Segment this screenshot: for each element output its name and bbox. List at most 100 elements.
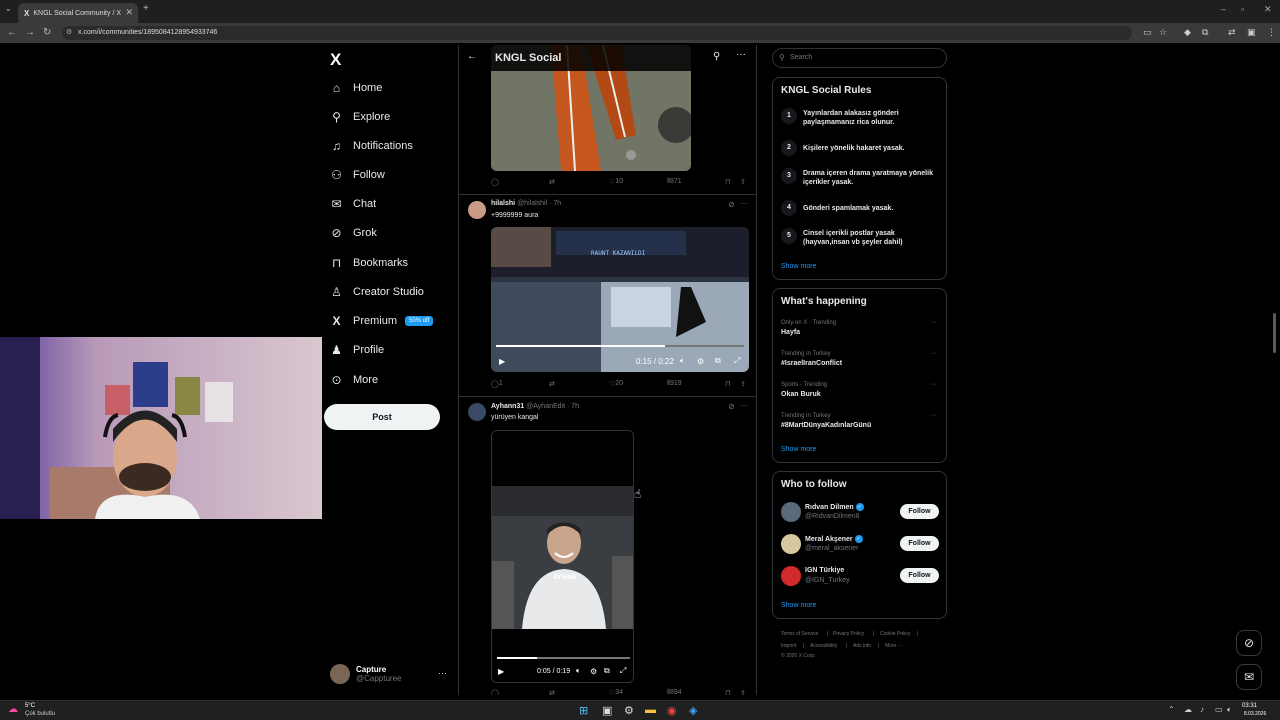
bookmark-icon[interactable]: ⊓	[725, 380, 730, 388]
footer-link[interactable]: Privacy Policy	[833, 631, 864, 637]
steam-icon[interactable]: ◈	[689, 704, 697, 717]
footer-link[interactable]: More ···	[885, 643, 903, 649]
extension-icon[interactable]: ◆	[1184, 27, 1191, 38]
share-icon[interactable]: ⇪	[740, 178, 746, 186]
nav-item-grok[interactable]: ⊘ Grok	[330, 223, 376, 243]
browser-tab[interactable]: X KNGL Social Community / X ✕	[18, 3, 138, 23]
nav-item-creator-studio[interactable]: ♙ Creator Studio	[330, 282, 424, 302]
weather-desc[interactable]: Çok bulutlu	[25, 711, 55, 717]
fullscreen-icon[interactable]: ⤢	[734, 356, 740, 366]
trend-more-icon[interactable]: ···	[930, 412, 937, 419]
account-more-icon[interactable]: ···	[438, 668, 447, 678]
search-icon[interactable]: ⚲	[713, 51, 720, 62]
views-icon[interactable]: ⫴ 894	[667, 689, 682, 695]
post-video[interactable]: RAUNT KAZANILDI ▶ 0:15 / 0:22 🔈︎ ⚙ ⧉ ⤢	[491, 227, 749, 372]
account-switcher[interactable]: Capture @Cappturee	[330, 664, 401, 684]
bookmark-icon[interactable]: ⊓	[725, 689, 730, 695]
like-icon[interactable]: ♡ 34	[609, 689, 623, 695]
video-progress-bar[interactable]	[497, 657, 630, 659]
nav-item-explore[interactable]: ⚲ Explore	[330, 107, 390, 127]
avatar[interactable]	[781, 502, 801, 522]
follow-button[interactable]: Follow	[900, 568, 939, 583]
share-icon[interactable]: ⇪	[740, 380, 746, 388]
back-icon[interactable]: ←	[7, 27, 17, 38]
who-to-follow-show-more-link[interactable]: Show more	[781, 602, 816, 609]
tray-cloud-icon[interactable]: ☁	[1184, 705, 1192, 714]
minimize-icon[interactable]: –	[1221, 4, 1226, 14]
trend-more-icon[interactable]: ···	[930, 350, 937, 357]
more-icon[interactable]: ···	[736, 49, 746, 60]
bookmark-star-icon[interactable]: ☆	[1159, 27, 1167, 38]
avatar[interactable]	[781, 566, 801, 586]
play-icon[interactable]: ▶	[499, 357, 505, 366]
grok-icon[interactable]: ⊘	[728, 200, 735, 209]
pip-icon[interactable]: ⧉	[715, 356, 721, 366]
reload-icon[interactable]: ↻	[43, 27, 51, 38]
follow-button[interactable]: Follow	[900, 504, 939, 519]
task-view-icon[interactable]: ▣	[602, 704, 612, 717]
footer-link[interactable]: Ads info	[853, 643, 871, 649]
tray-mic-icon[interactable]: ♪	[1200, 705, 1204, 714]
video-progress-bar[interactable]	[496, 345, 744, 347]
grok-float-button[interactable]: ⊘	[1236, 630, 1262, 656]
reply-icon[interactable]: ◯ 1	[491, 380, 503, 388]
forward-icon[interactable]: →	[25, 27, 35, 38]
share-icon[interactable]: ⇪	[740, 689, 746, 695]
weather-icon[interactable]: ☁	[8, 704, 18, 715]
follow-button[interactable]: Follow	[900, 536, 939, 551]
profile-icon[interactable]: ▣	[1247, 27, 1256, 38]
footer-link[interactable]: Cookie Policy	[880, 631, 910, 637]
reply-icon[interactable]: ◯	[491, 178, 499, 186]
translate-icon[interactable]: ⇄	[1228, 27, 1236, 38]
repost-icon[interactable]: ⇄	[549, 178, 555, 186]
tab-list-icon[interactable]: ⌄	[5, 4, 12, 13]
suggested-user-name[interactable]: Rıdvan Dilmen ✓	[805, 503, 864, 511]
post-author-handle[interactable]: @hilalshil	[517, 200, 547, 207]
footer-link[interactable]: Imprint	[781, 643, 796, 649]
puzzle-icon[interactable]: ⧉	[1202, 27, 1208, 38]
footer-link[interactable]: Terms of Service	[781, 631, 818, 637]
nav-item-follow[interactable]: ⚇ Follow	[330, 165, 385, 185]
file-explorer-icon[interactable]: ▬	[645, 704, 656, 716]
maximize-icon[interactable]: ▫	[1241, 4, 1244, 14]
like-icon[interactable]: ♡ 10	[609, 178, 623, 186]
repost-icon[interactable]: ⇄	[549, 689, 555, 695]
post-author-name[interactable]: Ayhann31	[491, 403, 524, 410]
fullscreen-icon[interactable]: ⤢	[620, 666, 626, 676]
post-video[interactable]: AYHAN ▶ 0:05 / 0:19 🔈︎ ⚙ ⧉ ⤢	[491, 430, 634, 683]
nav-item-premium[interactable]: X Premium 50% off	[330, 311, 434, 331]
chrome-icon[interactable]: ◉	[667, 704, 677, 717]
weather-temp[interactable]: 5°C	[25, 703, 35, 709]
clock-time[interactable]: 03:31	[1242, 703, 1257, 709]
trend-more-icon[interactable]: ···	[930, 381, 937, 388]
app-icon[interactable]: ⚙	[624, 704, 634, 717]
reply-icon[interactable]: ◯	[491, 689, 499, 695]
repost-icon[interactable]: ⇄	[549, 380, 555, 388]
post-more-icon[interactable]: ···	[740, 401, 748, 410]
settings-icon[interactable]: ⚙	[697, 357, 704, 366]
x-logo-icon[interactable]: X	[330, 50, 341, 70]
close-tab-icon[interactable]: ✕	[125, 7, 133, 18]
rules-show-more-link[interactable]: Show more	[781, 263, 816, 270]
nav-item-more[interactable]: ⊙ More	[330, 370, 378, 390]
footer-link[interactable]: Accessibility	[810, 643, 837, 649]
happening-show-more-link[interactable]: Show more	[781, 446, 816, 453]
cast-icon[interactable]: ▭	[1143, 27, 1152, 38]
avatar[interactable]	[468, 201, 486, 219]
grok-icon[interactable]: ⊘	[728, 402, 735, 411]
tray-volume-icon[interactable]: 🔈︎	[1227, 705, 1232, 715]
back-arrow-icon[interactable]: ←	[467, 51, 477, 62]
avatar[interactable]	[781, 534, 801, 554]
nav-item-bookmarks[interactable]: ⊓ Bookmarks	[330, 253, 408, 273]
menu-dots-icon[interactable]: ⋮	[1267, 27, 1276, 38]
avatar[interactable]	[468, 403, 486, 421]
search-input[interactable]: ⚲ Search	[772, 48, 947, 68]
trend-more-icon[interactable]: ···	[930, 319, 937, 326]
url-field[interactable]: ⚙ x.com/i/communities/189508412895493374…	[62, 26, 1132, 40]
nav-item-home[interactable]: ⌂ Home	[330, 78, 382, 98]
post-time[interactable]: · 7h	[567, 403, 579, 410]
nav-item-notifications[interactable]: ♫ Notifications	[330, 136, 413, 156]
page-scrollbar[interactable]	[1273, 313, 1276, 353]
new-tab-icon[interactable]: +	[143, 3, 149, 14]
nav-item-chat[interactable]: ✉ Chat	[330, 194, 376, 214]
